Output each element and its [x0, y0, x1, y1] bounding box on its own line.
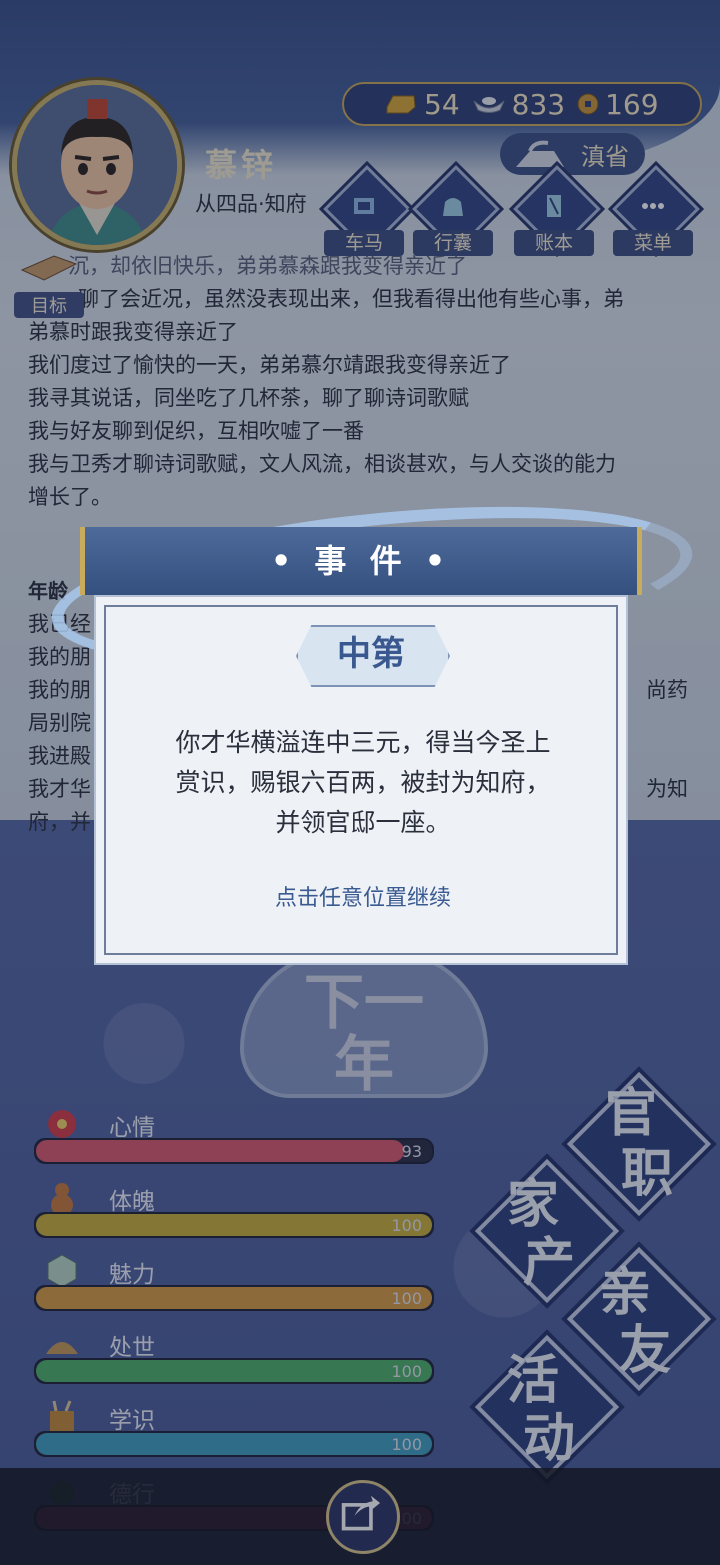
continue-hint: 点击任意位置继续: [274, 886, 451, 911]
dialog-body: 中第 你才华横溢连中三元，得当今圣上 赏识，赐银六百两，被封为知府， 并领官邸一…: [94, 595, 628, 965]
event-dialog[interactable]: • 事 件 • 中第 你才华横溢连中三元，得当今圣上 赏识，赐银六百两，被封为知…: [44, 480, 700, 967]
event-line: 并领官邸一座。: [275, 808, 451, 837]
dialog-title: • 事 件 •: [270, 542, 452, 580]
event-line: 你才华横溢连中三元，得当今圣上: [175, 728, 551, 757]
event-line: 赏识，赐银六百两，被封为知府，: [175, 768, 551, 797]
dialog-header: • 事 件 •: [80, 527, 642, 595]
event-tag-label: 中第: [337, 634, 405, 674]
event-description: 你才华横溢连中三元，得当今圣上 赏识，赐银六百两，被封为知府， 并领官邸一座。: [126, 723, 600, 843]
